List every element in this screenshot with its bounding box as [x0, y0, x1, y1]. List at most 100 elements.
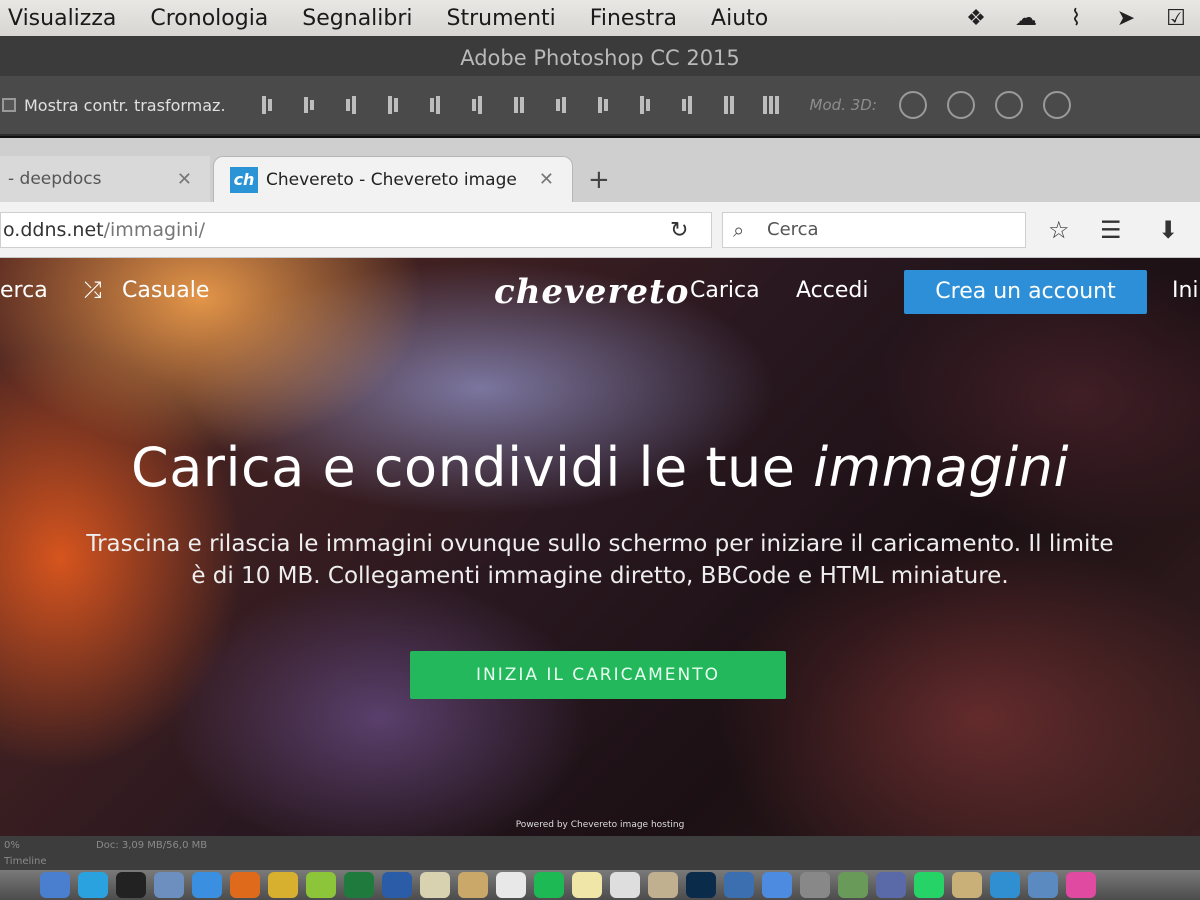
chevereto-favicon-icon: ch: [230, 166, 258, 193]
status-timeline[interactable]: Timeline: [4, 856, 47, 867]
new-tab-plus-icon[interactable]: +: [588, 165, 610, 195]
spotify-icon[interactable]: [534, 872, 564, 898]
maps-icon[interactable]: [838, 872, 868, 898]
virtualbox-icon[interactable]: [1028, 872, 1058, 898]
menu-finestra[interactable]: Finestra: [590, 6, 677, 31]
photoshop-status-bar: 0% Doc: 3,09 MB/56,0 MB Timeline: [0, 836, 1200, 870]
headline-main: Carica e condividi le tue: [131, 436, 814, 499]
photoshop-icon[interactable]: [686, 872, 716, 898]
url-path: /immagini/: [103, 219, 206, 241]
align-top-icon[interactable]: [255, 93, 279, 117]
url-bar[interactable]: o.ddns.net/immagini/: [0, 212, 712, 248]
skype-icon[interactable]: [78, 872, 108, 898]
download-arrow-icon[interactable]: ⬇: [1158, 216, 1178, 244]
distribute-bottom-icon[interactable]: [591, 93, 615, 117]
headline-emphasis: immagini: [813, 436, 1069, 499]
menu-visualizza[interactable]: Visualizza: [8, 6, 116, 31]
word-icon[interactable]: [382, 872, 412, 898]
show-transform-label: Mostra contr. trasformaz.: [24, 95, 226, 115]
stickies-icon[interactable]: [458, 872, 488, 898]
search-icon: ⌕: [733, 218, 745, 242]
search-input[interactable]: ⌕ Cerca: [722, 212, 1026, 248]
status-tray: ❖ ☁ ⌇ ➤ ☑: [962, 4, 1190, 32]
bookmark-star-icon[interactable]: ☆: [1048, 216, 1070, 244]
menu-aiuto[interactable]: Aiuto: [711, 6, 768, 31]
photos-icon[interactable]: [1066, 872, 1096, 898]
archive-icon[interactable]: [648, 872, 678, 898]
tab-label: - deepdocs: [8, 169, 102, 189]
menu-bar: Visualizza Cronologia Segnalibri Strumen…: [0, 0, 1200, 36]
site-nav: erca ⤮ Casuale chevereto Carica Accedi C…: [0, 258, 1200, 328]
nav-more-link[interactable]: Ini: [1172, 278, 1199, 303]
browser-nav-bar: o.ddns.net/immagini/ ↻ ⌕ Cerca ☆ ☰ ⬇: [0, 202, 1200, 258]
tab-chevereto[interactable]: ch Chevereto - Chevereto image ✕: [213, 156, 573, 202]
safari-icon[interactable]: [192, 872, 222, 898]
close-icon[interactable]: ✕: [177, 169, 192, 190]
dropbox-icon[interactable]: ❖: [962, 4, 990, 32]
firefox-icon[interactable]: [230, 872, 260, 898]
textedit-icon[interactable]: [572, 872, 602, 898]
nav-upload-link[interactable]: Carica: [690, 278, 760, 303]
nav-search-link[interactable]: erca: [0, 278, 48, 303]
whatsapp-icon[interactable]: [914, 872, 944, 898]
search-placeholder: Cerca: [767, 219, 819, 240]
slide-3d-icon[interactable]: [1042, 91, 1071, 119]
show-transform-checkbox[interactable]: [2, 98, 16, 112]
distribute-right-icon[interactable]: [717, 93, 741, 117]
photoshop-options-bar: Mostra contr. trasformaz. Mod. 3D:: [0, 76, 1200, 136]
pages-icon[interactable]: [610, 872, 640, 898]
distribute-vcenter-icon[interactable]: [549, 93, 573, 117]
roll-3d-icon[interactable]: [946, 91, 975, 119]
reload-icon[interactable]: ↻: [670, 218, 688, 243]
tab-deepdocs[interactable]: - deepdocs ✕: [0, 156, 210, 202]
align-vcenter-icon[interactable]: [297, 93, 321, 117]
system-prefs-icon[interactable]: [800, 872, 830, 898]
status-doc-size: Doc: 3,09 MB/56,0 MB: [96, 840, 208, 851]
align-hcenter-icon[interactable]: [423, 93, 447, 117]
signup-button[interactable]: Crea un account: [904, 270, 1147, 314]
mode-3d-label: Mod. 3D:: [809, 96, 877, 114]
tab-label: Chevereto - Chevereto image: [266, 169, 517, 190]
distribute-hcenter-icon[interactable]: [675, 93, 699, 117]
paperclip-icon[interactable]: ⌇: [1062, 4, 1090, 32]
notes-icon[interactable]: [420, 872, 450, 898]
terminal-icon[interactable]: [116, 872, 146, 898]
itunes-icon[interactable]: [876, 872, 906, 898]
align-bottom-icon[interactable]: [339, 93, 363, 117]
check-badge-icon[interactable]: ☑: [1162, 4, 1190, 32]
preview-icon[interactable]: [154, 872, 184, 898]
calendar-icon[interactable]: [496, 872, 526, 898]
align-right-icon[interactable]: [465, 93, 489, 117]
url-host: o.ddns.net: [3, 219, 104, 241]
send-icon[interactable]: ➤: [1112, 4, 1140, 32]
nav-login-link[interactable]: Accedi: [796, 278, 868, 303]
excel-icon[interactable]: [344, 872, 374, 898]
auto-align-icon[interactable]: [759, 93, 783, 117]
utility-icon[interactable]: [724, 872, 754, 898]
shuffle-icon: ⤮: [84, 278, 102, 303]
finder-icon[interactable]: [40, 872, 70, 898]
pan-3d-icon[interactable]: [994, 91, 1023, 119]
align-left-icon[interactable]: [381, 93, 405, 117]
reading-list-icon[interactable]: ☰: [1100, 216, 1122, 244]
powered-by-footer[interactable]: Powered by Chevereto image hosting: [0, 820, 1200, 830]
menu-segnalibri[interactable]: Segnalibri: [302, 6, 412, 31]
contacts-icon[interactable]: [952, 872, 982, 898]
hero-headline: Carica e condividi le tue immagini: [0, 436, 1200, 499]
hero-description: Trascina e rilascia le immagini ovunque …: [86, 531, 1114, 589]
filezilla-icon[interactable]: [306, 872, 336, 898]
start-upload-button[interactable]: INIZIA IL CARICAMENTO: [410, 651, 786, 699]
photoshop-title-bar: Adobe Photoshop CC 2015: [0, 36, 1200, 76]
distribute-left-icon[interactable]: [633, 93, 657, 117]
menu-cronologia[interactable]: Cronologia: [150, 6, 268, 31]
vscode-icon[interactable]: [990, 872, 1020, 898]
cloud-sync-icon[interactable]: ☁: [1012, 4, 1040, 32]
orbit-3d-icon[interactable]: [898, 91, 927, 119]
menu-strumenti[interactable]: Strumenti: [447, 6, 556, 31]
chrome-icon[interactable]: [268, 872, 298, 898]
app-store-icon[interactable]: [762, 872, 792, 898]
nav-random-link[interactable]: Casuale: [122, 278, 209, 303]
chevereto-logo[interactable]: chevereto: [494, 272, 689, 312]
distribute-top-icon[interactable]: [507, 93, 531, 117]
close-icon[interactable]: ✕: [539, 169, 554, 190]
